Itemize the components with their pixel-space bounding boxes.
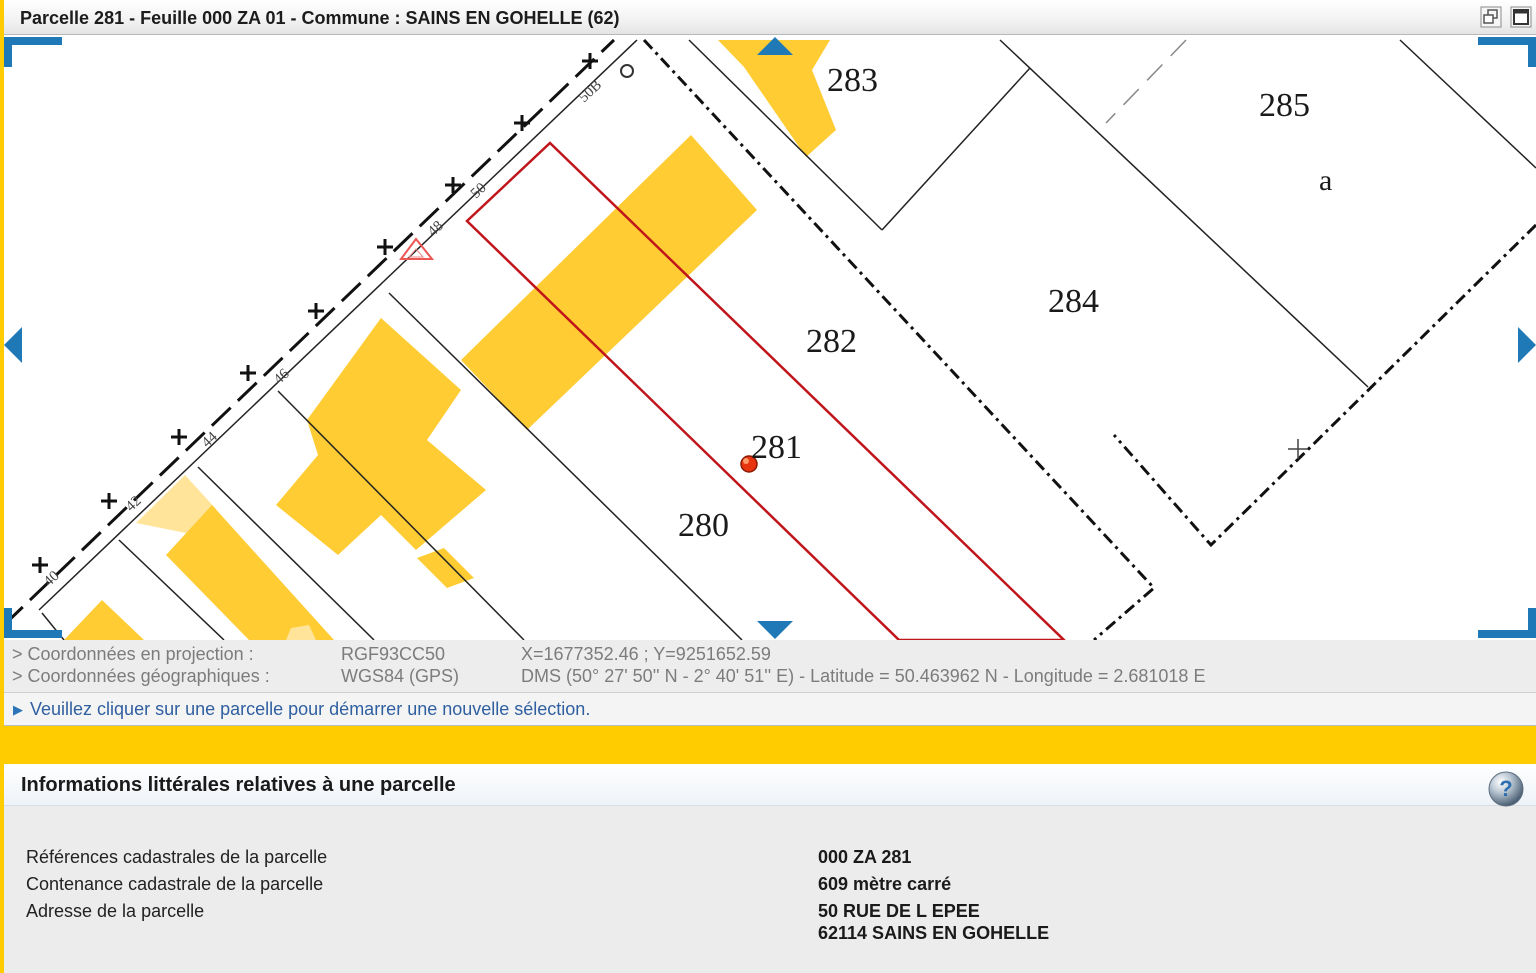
parcel-address-city: 62114 SAINS EN GOHELLE	[818, 923, 1050, 943]
cadastral-map[interactable]: 283 285 284 282 281 280 a 50B 50 48 46 4…	[4, 35, 1536, 640]
window-title: Parcelle 281 - Feuille 000 ZA 01 - Commu…	[20, 8, 620, 28]
parcel-address-label: Adresse de la parcelle	[26, 901, 205, 921]
pan-right-icon[interactable]	[1518, 327, 1536, 363]
parcel-info-panel: Informations littérales relatives à une …	[4, 764, 1536, 973]
corner-bracket-icon	[4, 608, 62, 638]
svg-text:?: ?	[1499, 776, 1512, 801]
maximize-window-icon[interactable]	[1510, 6, 1532, 28]
cadastral-reference-value: 000 ZA 281	[818, 847, 912, 867]
street-number: 50B	[576, 77, 605, 106]
street-number: 44	[199, 429, 221, 451]
boundary-marker	[1288, 439, 1308, 459]
parcel-number[interactable]: 284	[1048, 283, 1099, 320]
geographic-system: WGS84 (GPS)	[341, 666, 460, 686]
projection-coordinates: X=1677352.46 ; Y=9251652.59	[521, 644, 771, 664]
parcel-address-street: 50 RUE DE L EPEE	[818, 901, 980, 921]
projection-label: > Coordonnées en projection :	[12, 644, 254, 664]
parcel-area-value: 609 mètre carré	[818, 874, 952, 894]
window-titlebar: Parcelle 281 - Feuille 000 ZA 01 - Commu…	[4, 0, 1536, 35]
geographic-coordinates: DMS (50° 27' 50'' N - 2° 40' 51'' E) - L…	[521, 666, 1206, 686]
street-number: 46	[271, 366, 293, 388]
map-buildings	[64, 40, 836, 640]
parcel-number[interactable]: 280	[678, 507, 729, 544]
parcel-number[interactable]: 283	[827, 62, 878, 99]
parcel-number[interactable]: 285	[1259, 87, 1310, 124]
corner-bracket-icon	[4, 37, 62, 67]
parcel-number[interactable]: 282	[806, 323, 857, 360]
coordinates-panel: > Coordonnées en projection : RGF93CC50 …	[4, 640, 1536, 692]
pan-down-icon[interactable]	[757, 621, 793, 639]
street-number: 48	[425, 218, 447, 240]
play-arrow-icon: ▶	[13, 702, 23, 717]
parcel-area-label: Contenance cadastrale de la parcelle	[26, 874, 324, 894]
boundary-mark-icon	[620, 64, 634, 78]
projection-system: RGF93CC50	[341, 644, 446, 664]
cadastral-reference-label: Références cadastrales de la parcelle	[26, 847, 328, 867]
restore-window-icon[interactable]	[1480, 6, 1502, 28]
geographic-label: > Coordonnées géographiques :	[12, 666, 270, 686]
subdivision-letter: a	[1319, 164, 1332, 197]
hint-text: Veuillez cliquer sur une parcelle pour d…	[30, 699, 591, 719]
help-icon[interactable]: ?	[1486, 769, 1526, 809]
selection-hint: ▶ Veuillez cliquer sur une parcelle pour…	[4, 692, 1536, 726]
info-panel-title: Informations littérales relatives à une …	[21, 774, 456, 796]
corner-bracket-icon	[1478, 37, 1536, 67]
corner-bracket-icon	[1478, 608, 1536, 638]
parcel-number[interactable]: 281	[751, 429, 802, 466]
info-panel-header: Informations littérales relatives à une …	[4, 764, 1536, 809]
pan-left-icon[interactable]	[4, 327, 22, 363]
